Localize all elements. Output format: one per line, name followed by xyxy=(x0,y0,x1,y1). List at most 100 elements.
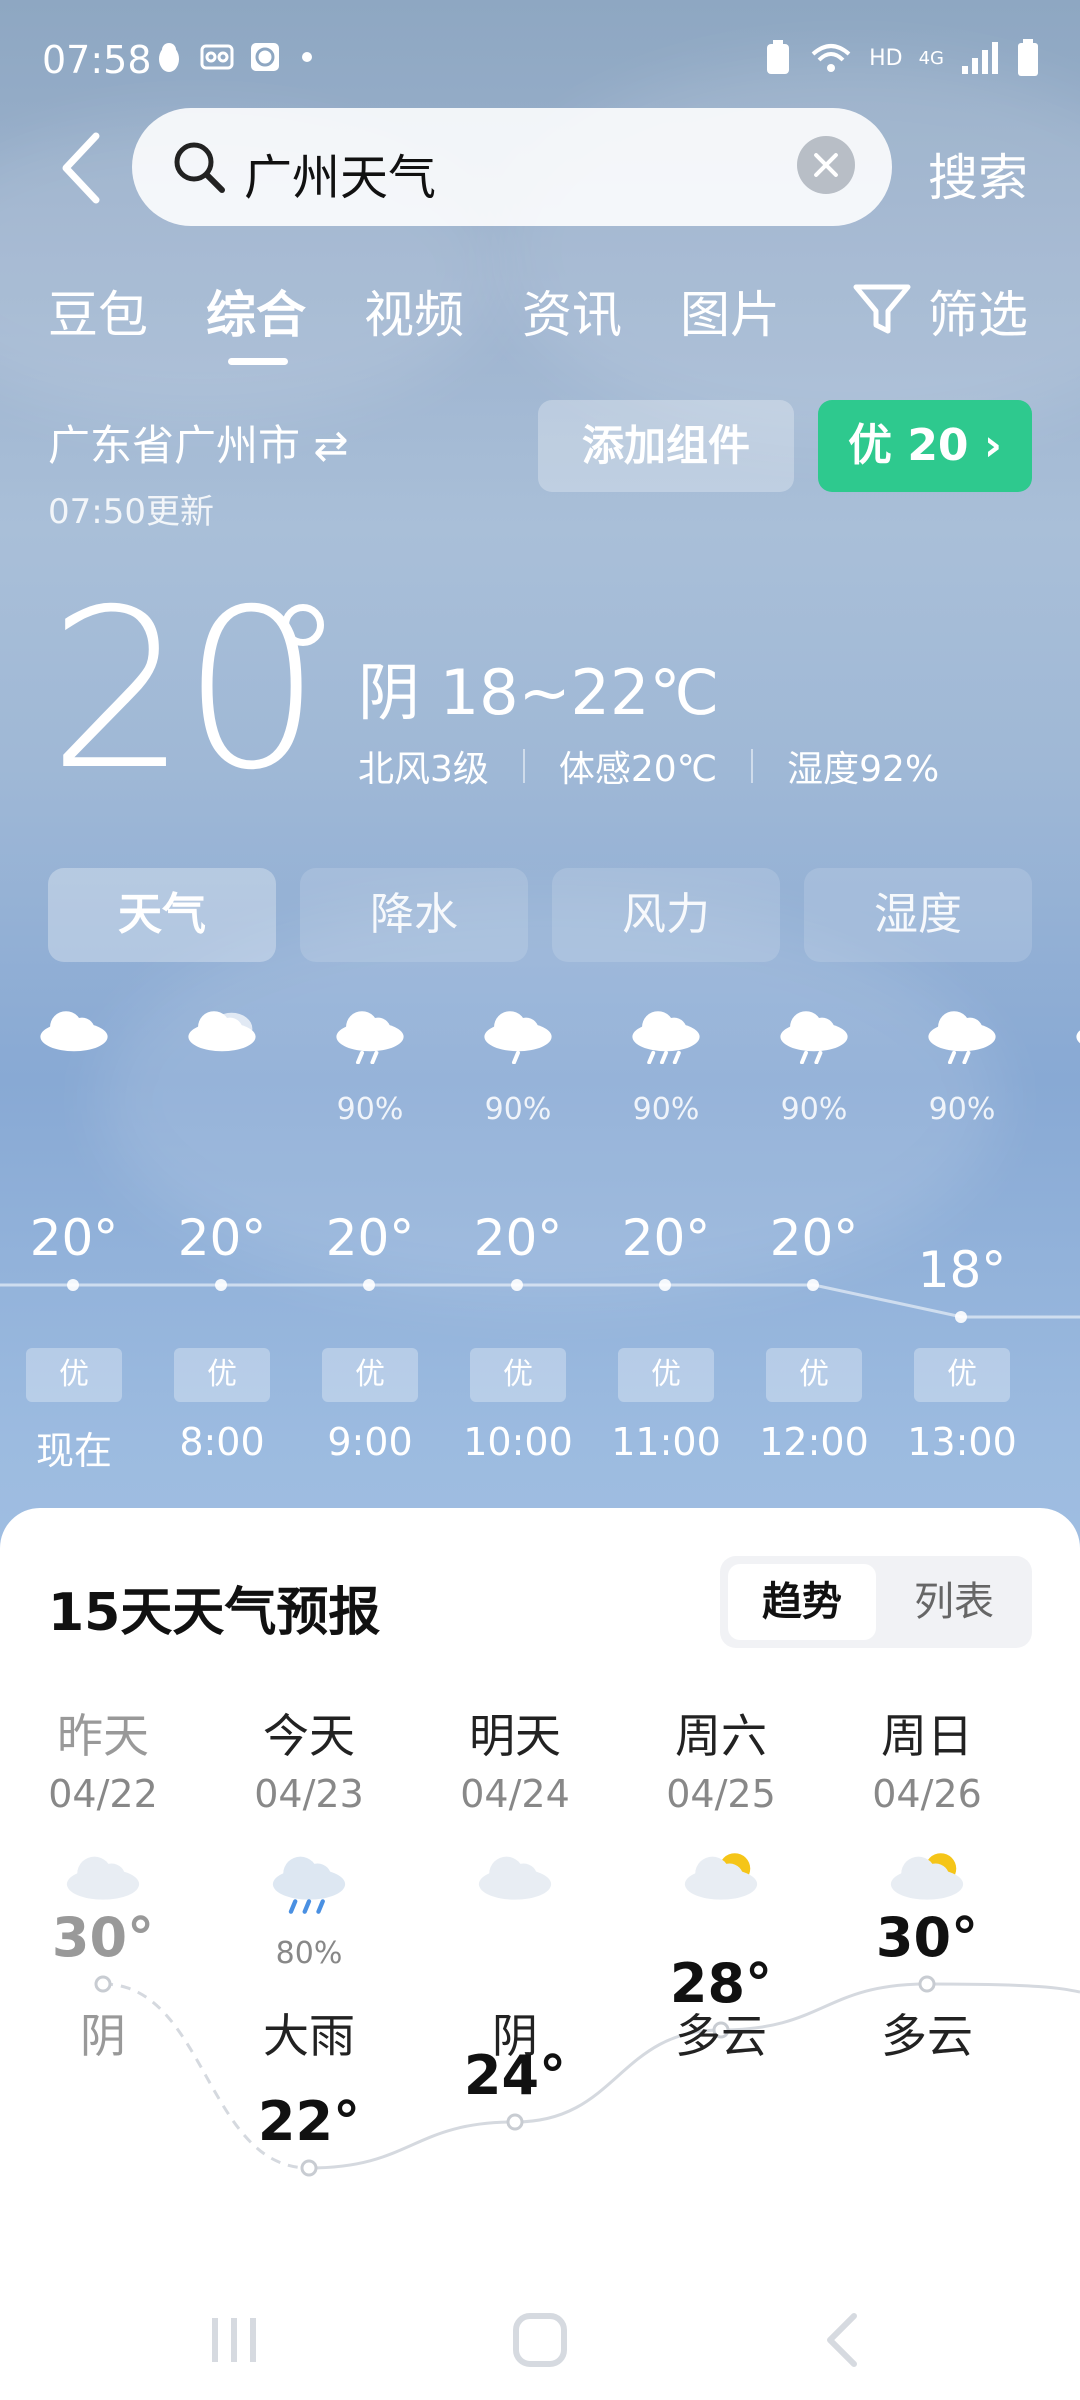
clock-app-icon xyxy=(251,43,279,71)
weather-screen: 07:58 HD 4G 广州天气 搜索 豆包 综合 视频 资讯 图片 筛选 广东… xyxy=(0,0,1080,2400)
daily-forecast[interactable]: 昨天 04/22 阴 30° 今天 04/23 80% 大雨 22° 明天 04/24 阴 24° 周六 0… xyxy=(0,1508,1080,2288)
filter-icon[interactable] xyxy=(852,281,912,337)
air-quality-badge: 优 xyxy=(766,1348,862,1402)
air-quality-badge: 优 xyxy=(914,1348,1010,1402)
hour-time: 9:00 xyxy=(327,1420,413,1464)
day-high-temperature: 30° xyxy=(51,1906,155,1969)
temperature-dot xyxy=(215,1279,227,1291)
rain-icon xyxy=(330,1000,410,1068)
heavy-rain-icon xyxy=(266,1844,352,1918)
battery-saver-icon xyxy=(767,40,790,74)
day-item[interactable]: 今天 04/23 80% 大雨 22° xyxy=(206,1508,412,2288)
hour-time: 14 xyxy=(1036,1420,1080,1464)
forecast-panel: 15天天气预报 趋势 列表 昨天 04/22 阴 30° 今天 04/23 80% 大雨 22°… xyxy=(0,1508,1080,2400)
penguin-icon xyxy=(159,43,179,72)
day-item[interactable]: 明天 04/24 阴 24° xyxy=(412,1508,618,2288)
day-high-temperature: 24° xyxy=(463,2044,567,2107)
update-time: 07:50更新 xyxy=(48,492,214,532)
search-bar[interactable]: 广州天气 xyxy=(132,108,892,226)
hour-temperature: 20° xyxy=(29,1209,119,1267)
humidity-text: 湿度92% xyxy=(787,749,940,790)
day-name: 周日 xyxy=(881,1709,973,1763)
add-widget-button[interactable]: 添加组件 xyxy=(538,400,794,492)
day-high-temperature: 30° xyxy=(875,1906,979,1969)
day-name: 今天 xyxy=(263,1709,355,1763)
air-quality-badge: 优 xyxy=(174,1348,270,1402)
hourly-forecast[interactable]: 20° 优现在 20° 优 8:00 90% 20° 优 9:00 90% 20° 优 10:00 90%… xyxy=(0,1000,1080,1480)
segment-wind[interactable]: 风力 xyxy=(552,868,780,962)
air-quality-badge: 优 xyxy=(26,1348,122,1402)
search-tabs: 豆包 综合 视频 资讯 图片 筛选 xyxy=(0,275,1080,365)
temperature-dot xyxy=(955,1311,967,1323)
search-input[interactable]: 广州天气 xyxy=(244,138,436,208)
day-name: 昨天 xyxy=(57,1709,149,1763)
air-quality-badge: 优 xyxy=(322,1348,418,1402)
day-date: 04/25 xyxy=(666,1772,776,1816)
hd-label: HD xyxy=(869,45,903,71)
home-icon[interactable] xyxy=(510,2310,570,2370)
hour-temperature: 20° xyxy=(177,1209,267,1267)
tab-comprehensive[interactable]: 综合 xyxy=(206,275,306,347)
hour-item: 90% 18° 优 13:00 xyxy=(888,1000,1036,1480)
day-condition: 阴 xyxy=(80,2009,126,2063)
hour-temperature: 20° xyxy=(325,1209,415,1267)
light-rain-icon xyxy=(478,1000,558,1068)
divider xyxy=(522,749,525,783)
divider xyxy=(751,749,754,783)
temperature-dot xyxy=(67,1279,79,1291)
current-condition: 阴 18~22℃ xyxy=(358,656,720,729)
signal-icon xyxy=(962,42,998,74)
system-nav-bar xyxy=(0,2280,1080,2400)
back-icon[interactable] xyxy=(52,128,112,208)
hour-item: 20° 优 8:00 xyxy=(148,1000,296,1480)
day-date: 04/24 xyxy=(460,1772,570,1816)
cloud-icon xyxy=(472,1844,558,1918)
aqi-badge-button[interactable]: 优 20 › xyxy=(818,400,1032,492)
day-item[interactable]: 昨天 04/22 阴 30° xyxy=(0,1508,206,2288)
hour-time: 10:00 xyxy=(463,1420,573,1464)
search-button[interactable]: 搜索 xyxy=(928,138,1028,210)
day-item[interactable]: 周日 04/26 多云 30° xyxy=(824,1508,1030,2288)
hour-item: 20° 优现在 xyxy=(0,1000,148,1480)
segment-humidity[interactable]: 湿度 xyxy=(804,868,1032,962)
tab-doubao[interactable]: 豆包 xyxy=(48,275,148,347)
segment-precipitation[interactable]: 降水 xyxy=(300,868,528,962)
degree-symbol xyxy=(282,604,324,646)
day-date: 04/22 xyxy=(48,1772,158,1816)
tab-video[interactable]: 视频 xyxy=(364,275,464,347)
hour-item: 14 xyxy=(1036,1000,1080,1480)
heavy-rain-icon xyxy=(626,1000,706,1068)
precipitation-chance: 90% xyxy=(484,1092,552,1127)
recent-apps-icon[interactable] xyxy=(206,2310,262,2370)
back-nav-icon[interactable] xyxy=(818,2310,868,2370)
hour-temperature: 20° xyxy=(621,1209,711,1267)
hour-temperature: 20° xyxy=(473,1209,563,1267)
temperature-dot xyxy=(659,1279,671,1291)
segment-weather[interactable]: 天气 xyxy=(48,868,276,962)
day-date: 04/26 xyxy=(872,1772,982,1816)
hour-time: 8:00 xyxy=(179,1420,265,1464)
day-condition: 大雨 xyxy=(263,2009,355,2063)
day-condition: 多云 xyxy=(881,2009,973,2063)
rain-icon xyxy=(922,1000,1002,1068)
day-item[interactable]: 周六 04/25 多云 28° xyxy=(618,1508,824,2288)
precipitation-chance: 90% xyxy=(336,1092,404,1127)
cloud-icon xyxy=(34,1000,114,1068)
day-date: 04/23 xyxy=(254,1772,364,1816)
hour-item: 90% 20° 优 10:00 xyxy=(444,1000,592,1480)
day-name: 明天 xyxy=(469,1709,561,1763)
tab-news[interactable]: 资讯 xyxy=(522,275,622,347)
precipitation-chance: 90% xyxy=(780,1092,848,1127)
air-quality-badge: 优 xyxy=(470,1348,566,1402)
wifi-icon xyxy=(811,44,851,72)
hour-time: 现在 xyxy=(35,1429,112,1473)
cloud-icon xyxy=(1070,1000,1080,1068)
status-bar: 07:58 HD 4G xyxy=(0,0,1080,120)
location-name[interactable]: 广东省广州市 ⇄ xyxy=(48,412,349,473)
air-quality-badge: 优 xyxy=(618,1348,714,1402)
clear-icon[interactable] xyxy=(797,136,855,194)
tab-filter[interactable]: 筛选 xyxy=(928,275,1028,347)
tab-images[interactable]: 图片 xyxy=(680,275,780,347)
partly-cloudy-icon xyxy=(678,1844,764,1918)
feels-like-text: 体感20℃ xyxy=(558,749,718,790)
